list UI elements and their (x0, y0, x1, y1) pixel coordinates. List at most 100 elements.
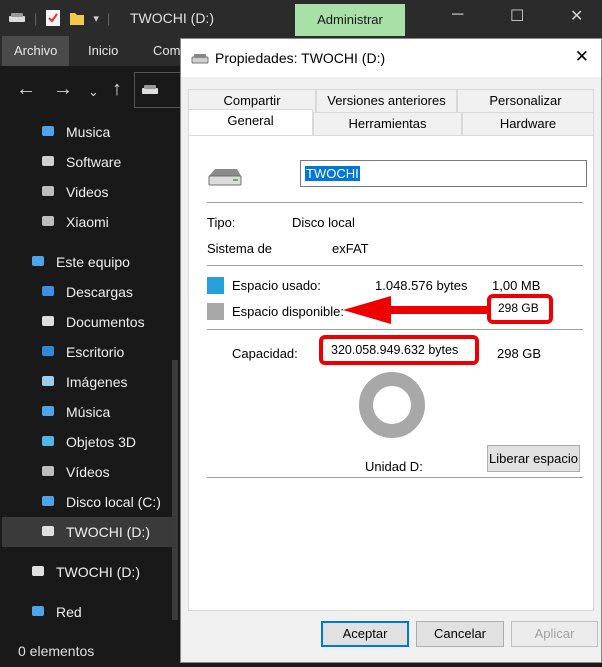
document-icon (40, 313, 56, 329)
sidebar-item-label: TWOCHI (D:) (56, 564, 140, 580)
close-icon[interactable]: ✕ (570, 6, 583, 26)
explorer-titlebar: | ▾ | TWOCHI (D:) Administrar ─ ☐ ✕ (0, 0, 602, 36)
sidebar-item-label: Este equipo (56, 254, 130, 270)
apply-button[interactable]: Aplicar (511, 621, 598, 647)
sidebar-item-label: Imágenes (66, 374, 128, 390)
sidebar-item[interactable]: TWOCHI (D:) (0, 557, 176, 587)
drive-icon (191, 54, 209, 64)
used-space-label: Espacio usado: (232, 278, 321, 293)
quick-access-toolbar: | ▾ | (8, 9, 110, 27)
type-label: Tipo: (207, 215, 236, 230)
sidebar-item[interactable]: Musica (0, 117, 176, 147)
sidebar-item[interactable]: Música (0, 397, 176, 427)
cube-icon (40, 433, 56, 449)
capacity-highlight: 320.058.949.632 bytes (319, 335, 479, 365)
back-arrow-icon[interactable]: ← (16, 78, 36, 101)
drive-icon (208, 169, 242, 186)
sidebar-item[interactable]: Software (0, 147, 176, 177)
manage-tab[interactable]: Administrar (295, 4, 405, 36)
tab-compartir[interactable]: Com (153, 36, 180, 66)
sidebar-item[interactable]: Este equipo (0, 247, 176, 277)
window-title: TWOCHI (D:) (130, 10, 214, 26)
tab-archivo[interactable]: Archivo (2, 36, 70, 66)
sidebar-item[interactable]: Disco local (C:) (0, 487, 176, 517)
sidebar-item-label: Software (66, 154, 122, 170)
sidebar-item[interactable]: Videos (0, 177, 176, 207)
drive-icon (142, 85, 158, 94)
sidebar-item[interactable]: Documentos (0, 307, 176, 337)
film-icon (40, 183, 56, 199)
sidebar-item[interactable]: Descargas (0, 277, 176, 307)
sidebar-item[interactable]: Vídeos (0, 457, 176, 487)
music-icon (40, 403, 56, 419)
separator: | (106, 10, 111, 26)
music-icon (40, 123, 56, 139)
forward-arrow-icon[interactable]: → (53, 78, 73, 101)
capacity-size: 298 GB (497, 346, 542, 361)
file-system-value: exFAT (332, 241, 369, 256)
ok-button[interactable]: Aceptar (321, 621, 409, 647)
capacity-label: Capacidad: (232, 346, 298, 361)
sidebar-item[interactable]: Imágenes (0, 367, 176, 397)
tab-general[interactable]: General (188, 109, 313, 135)
sidebar-item[interactable]: TWOCHI (D:) (2, 517, 178, 547)
tab-personalizar[interactable]: Personalizar (457, 89, 594, 112)
general-tab-panel: TWOCHI Tipo: Disco local Sistema de exFA… (188, 135, 594, 611)
drive-letter-label: Unidad D: (365, 459, 423, 474)
file-system-label: Sistema de (207, 241, 273, 256)
desktop-icon (40, 343, 56, 359)
properties-dialog: Propiedades: TWOCHI (D:) ✕ Compartir Ver… (180, 38, 602, 663)
windows-drive-icon (40, 493, 56, 509)
new-folder-icon[interactable] (69, 10, 85, 26)
drive-name-field[interactable]: TWOCHI (300, 160, 587, 187)
free-space-swatch (207, 303, 224, 320)
sidebar-item[interactable]: Xiaomi (0, 207, 176, 237)
dialog-titlebar: Propiedades: TWOCHI (D:) ✕ (181, 39, 601, 77)
sidebar-item-label: Descargas (66, 284, 133, 300)
tab-herramientas[interactable]: Herramientas (313, 112, 462, 135)
capacity-bytes: 320.058.949.632 bytes (331, 343, 459, 357)
sidebar-item-label: Xiaomi (66, 214, 109, 230)
sidebar-item-label: Documentos (66, 314, 145, 330)
sidebar-item-label: Red (56, 604, 82, 620)
cancel-button[interactable]: Cancelar (416, 621, 504, 647)
annotation-arrow (343, 296, 489, 324)
free-space-highlight: 298 GB (487, 294, 553, 324)
sidebar-item-label: Objetos 3D (66, 434, 137, 450)
sidebar-scrollbar[interactable] (172, 360, 178, 620)
drive-name-text: TWOCHI (305, 166, 360, 181)
recent-locations-icon[interactable]: ⌄ (88, 84, 99, 100)
tab-versiones-anteriores[interactable]: Versiones anteriores (316, 89, 457, 112)
drive-icon (30, 563, 46, 579)
divider (207, 202, 583, 203)
maximize-button[interactable]: ☐ (510, 6, 524, 26)
item-count: 0 elementos (18, 643, 95, 659)
sidebar-item[interactable]: Objetos 3D (0, 427, 176, 457)
minimize-button[interactable]: ─ (452, 6, 463, 24)
free-space-label: Espacio disponible: (232, 304, 345, 319)
used-space-size: 1,00 MB (492, 278, 541, 293)
chevron-down-icon[interactable]: ▾ (93, 12, 99, 25)
usage-donut-chart (359, 372, 425, 438)
properties-icon[interactable] (45, 9, 61, 27)
phone-icon (40, 213, 56, 229)
sidebar-item[interactable]: Escritorio (0, 337, 176, 367)
sidebar-item-label: Disco local (C:) (66, 494, 161, 510)
sidebar-item-label: Musica (66, 124, 111, 140)
network-icon (30, 603, 46, 619)
drive-icon (40, 523, 56, 539)
up-arrow-icon[interactable]: ↑ (112, 78, 122, 101)
drive-icon[interactable] (8, 11, 26, 25)
divider (207, 329, 583, 330)
divider (207, 477, 583, 478)
tab-hardware[interactable]: Hardware (462, 112, 594, 135)
sidebar-item-label: TWOCHI (D:) (66, 524, 150, 540)
type-value: Disco local (292, 215, 355, 230)
image-icon (40, 373, 56, 389)
computer-icon (30, 253, 46, 269)
tab-inicio[interactable]: Inicio (88, 36, 118, 66)
free-space-button[interactable]: Liberar espacio (487, 445, 580, 472)
close-icon[interactable]: ✕ (575, 47, 589, 67)
sidebar-item[interactable]: Red (0, 597, 176, 627)
sidebar-item-label: Videos (66, 184, 109, 200)
